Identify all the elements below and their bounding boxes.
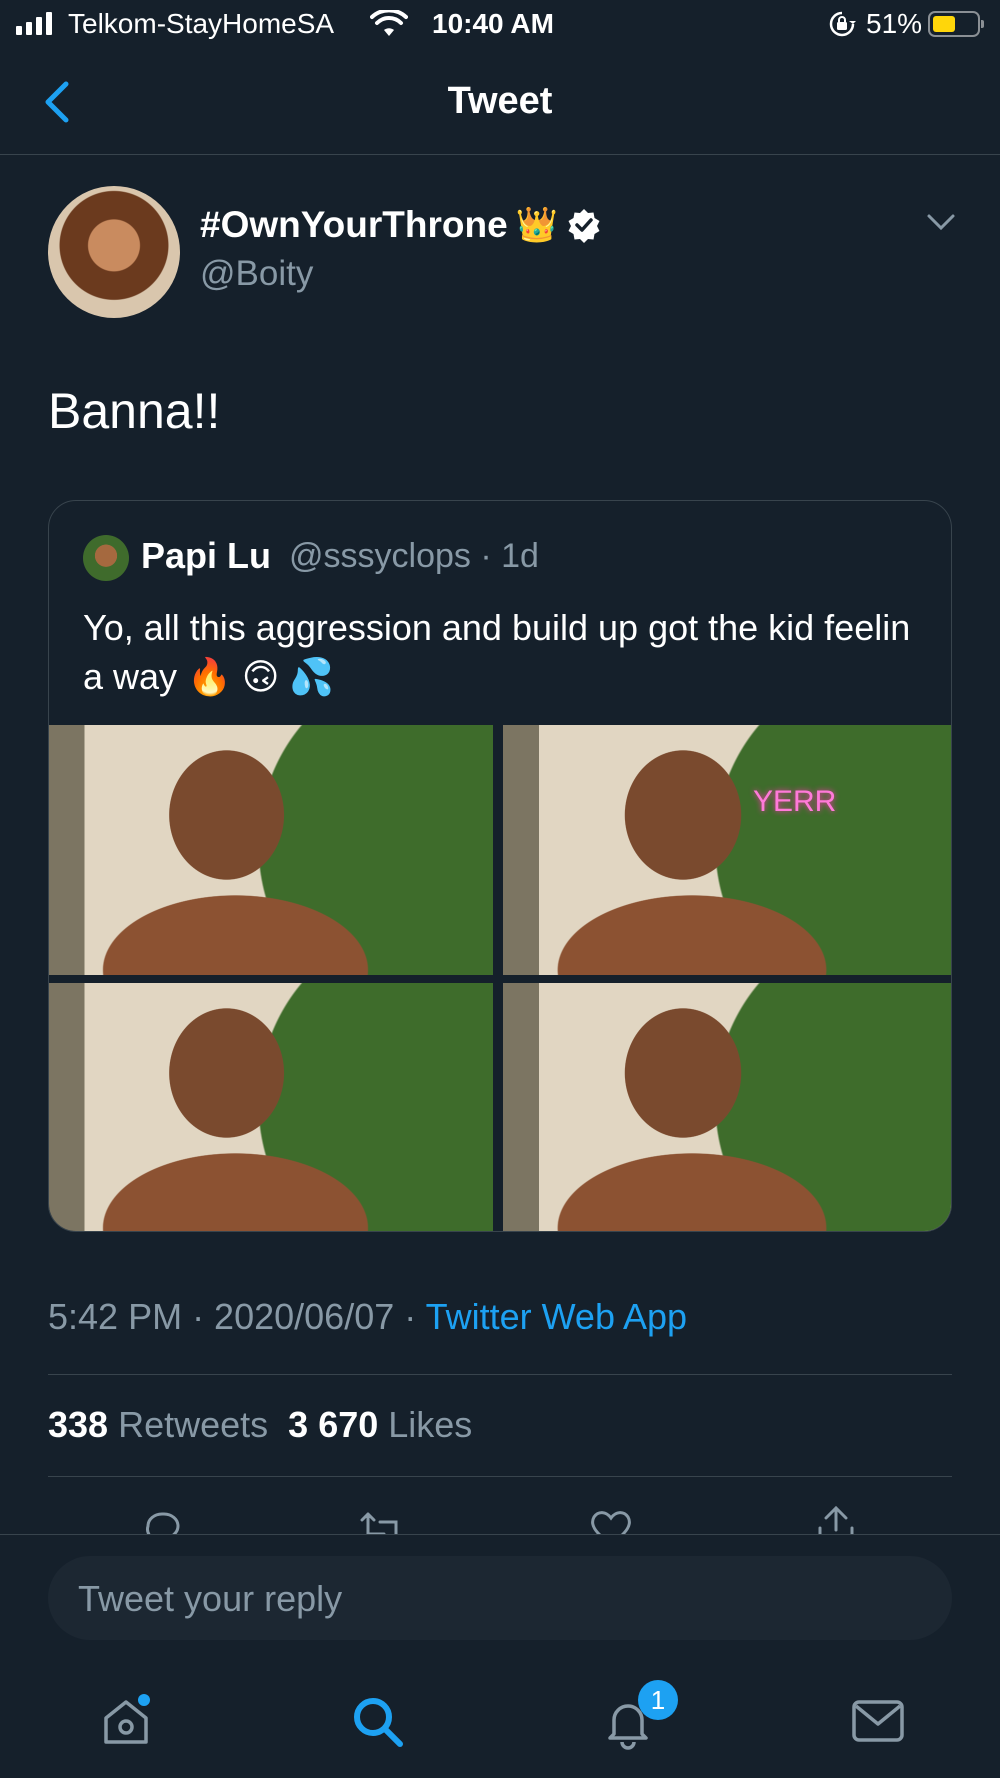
author-avatar[interactable] [48, 186, 180, 318]
engagement-stats: 338 Retweets 3 670 Likes [48, 1404, 472, 1446]
like-icon[interactable] [588, 1508, 634, 1534]
battery-percent: 51% [866, 8, 923, 39]
photo-2[interactable]: YERR [503, 725, 951, 975]
retweets-count[interactable]: 338 [48, 1404, 108, 1445]
author-handle[interactable]: @Boity [200, 254, 313, 294]
timestamp-text: 5:42 PM · 2020/06/07 · [48, 1296, 426, 1337]
reply-input[interactable]: Tweet your reply [48, 1556, 952, 1640]
divider [48, 1476, 952, 1477]
messages-icon[interactable] [850, 1696, 906, 1746]
retweet-icon[interactable] [358, 1508, 406, 1534]
top-nav-bar: Tweet [0, 52, 1000, 155]
quoted-meta: @sssyclops · 1d [289, 537, 539, 575]
reply-icon[interactable] [140, 1506, 184, 1534]
share-icon[interactable] [814, 1504, 858, 1534]
author-name: #OwnYourThrone [200, 204, 508, 245]
status-bar: Telkom-StayHomeSA 10:40 AM 51% [0, 0, 1000, 50]
source-link[interactable]: Twitter Web App [426, 1296, 687, 1337]
likes-label[interactable]: Likes [378, 1404, 472, 1445]
divider [48, 1374, 952, 1375]
chevron-down-icon[interactable] [926, 212, 956, 232]
tweet-text: Banna!! [48, 383, 221, 439]
retweets-label[interactable]: Retweets [108, 1404, 268, 1445]
bottom-tab-bar [0, 1680, 1000, 1778]
photo-4[interactable] [503, 983, 951, 1231]
tweet-actions [0, 1496, 1000, 1534]
wifi-icon [370, 10, 408, 36]
rotation-lock-icon [829, 11, 856, 37]
photo-grid: YERR [49, 725, 951, 1231]
quoted-avatar [83, 535, 129, 581]
signal-icon [16, 12, 52, 35]
home-icon[interactable] [98, 1694, 154, 1750]
tweet-timestamp: 5:42 PM · 2020/06/07 · Twitter Web App [48, 1296, 687, 1338]
photo-3[interactable] [49, 983, 493, 1231]
divider [0, 1534, 1000, 1535]
battery-icon [928, 11, 984, 37]
author-name-row[interactable]: #OwnYourThrone 👑 [200, 204, 602, 246]
reply-placeholder: Tweet your reply [78, 1578, 343, 1619]
notification-badge: 1 [638, 1680, 678, 1720]
photo-1[interactable] [49, 725, 493, 975]
crown-emoji: 👑 [515, 206, 558, 244]
photo-overlay-text: YERR [753, 785, 837, 818]
quoted-text: Yo, all this aggression and build up got… [83, 607, 911, 697]
search-icon[interactable] [350, 1694, 406, 1750]
likes-count[interactable]: 3 670 [288, 1404, 378, 1445]
quoted-author-name: Papi Lu [141, 535, 272, 576]
quoted-tweet[interactable]: Papi Lu @sssyclops · 1d Yo, all this agg… [48, 500, 952, 1232]
status-time: 10:40 AM [432, 8, 554, 39]
page-title: Tweet [447, 80, 553, 122]
carrier-name: Telkom-StayHomeSA [68, 8, 335, 39]
verified-badge-icon [568, 209, 600, 243]
